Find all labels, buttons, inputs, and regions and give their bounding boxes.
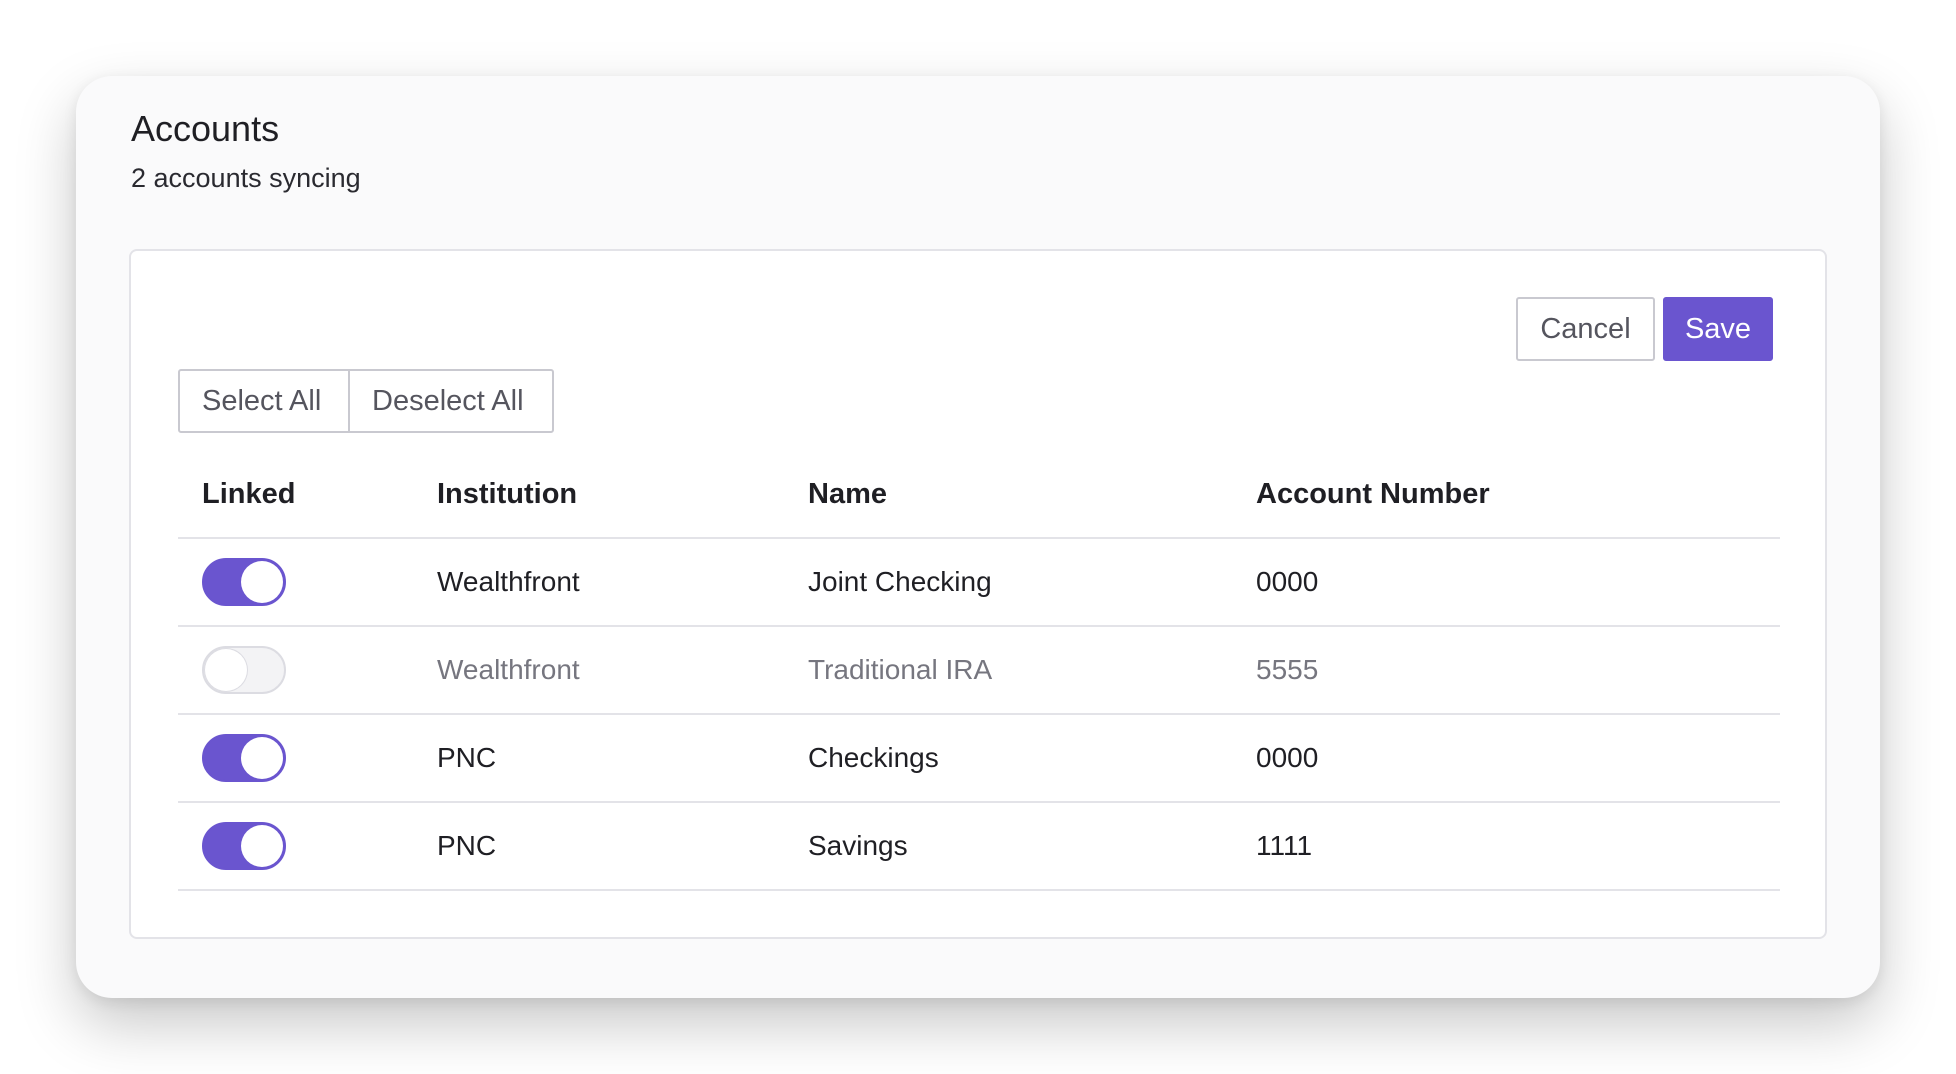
accounts-panel: Cancel Save Select All Deselect All Link… <box>129 249 1827 939</box>
linked-toggle[interactable] <box>202 646 286 694</box>
table-header: Linked Institution Name Account Number <box>178 451 1780 539</box>
table-row: PNC Checkings 0000 <box>178 715 1780 803</box>
account-number-cell: 0000 <box>1256 566 1319 597</box>
institution-cell: PNC <box>437 742 497 773</box>
linked-toggle[interactable] <box>202 734 286 782</box>
select-all-button[interactable]: Select All <box>178 369 350 433</box>
toggle-knob <box>241 737 283 779</box>
column-header-linked: Linked <box>202 477 296 510</box>
account-number-cell: 1111 <box>1256 830 1313 861</box>
cancel-button[interactable]: Cancel <box>1516 297 1655 361</box>
linked-toggle[interactable] <box>202 558 286 606</box>
account-number-cell: 5555 <box>1256 654 1319 685</box>
institution-cell: Wealthfront <box>437 654 580 685</box>
sync-status-text: 2 accounts syncing <box>131 163 361 193</box>
table-row: Wealthfront Traditional IRA 5555 <box>178 627 1780 715</box>
save-button[interactable]: Save <box>1663 297 1773 361</box>
linked-toggle[interactable] <box>202 822 286 870</box>
account-name-cell: Traditional IRA <box>808 654 993 685</box>
selection-button-group: Select All Deselect All <box>178 369 554 433</box>
deselect-all-button[interactable]: Deselect All <box>349 369 554 433</box>
account-name-cell: Checkings <box>808 742 939 773</box>
account-number-cell: 0000 <box>1256 742 1319 773</box>
page-title: Accounts <box>131 108 280 149</box>
account-name-cell: Joint Checking <box>808 566 992 597</box>
account-name-cell: Savings <box>808 830 908 861</box>
toggle-knob <box>241 561 283 603</box>
column-header-name: Name <box>808 477 887 510</box>
accounts-window: Accounts 2 accounts syncing Cancel Save … <box>76 76 1880 998</box>
toggle-knob <box>241 825 283 867</box>
toggle-knob <box>205 649 247 691</box>
accounts-table: Linked Institution Name Account Number W… <box>178 451 1780 891</box>
institution-cell: Wealthfront <box>437 566 580 597</box>
table-row: Wealthfront Joint Checking 0000 <box>178 539 1780 627</box>
table-row: PNC Savings 1111 <box>178 803 1780 891</box>
institution-cell: PNC <box>437 830 497 861</box>
column-header-institution: Institution <box>437 477 578 510</box>
column-header-account-number: Account Number <box>1256 477 1490 510</box>
